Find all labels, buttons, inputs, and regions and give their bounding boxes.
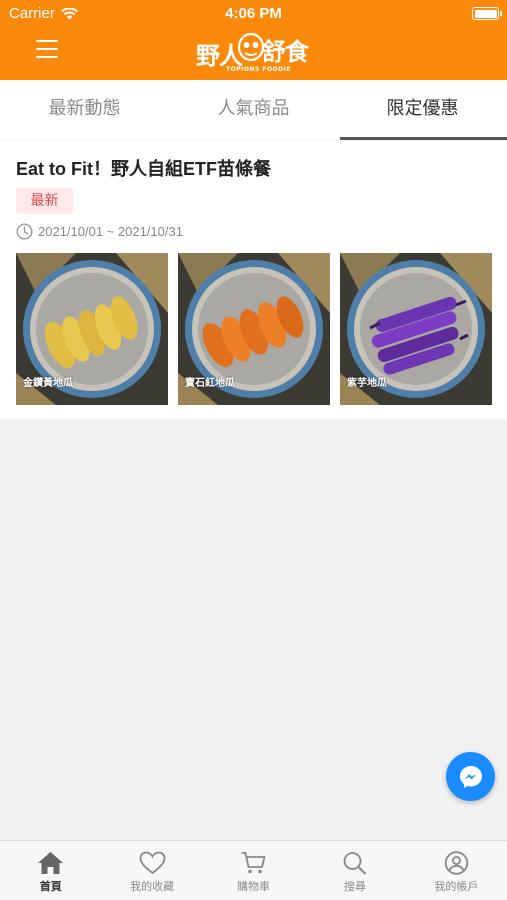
messenger-icon	[459, 765, 482, 788]
clock: 4:06 PM	[225, 5, 282, 22]
photo-purple-sweet-potato[interactable]: 紫芋地瓜	[340, 253, 492, 405]
tab-latest-news[interactable]: 最新動態	[0, 80, 169, 140]
logo-subtitle: TOPIONS FOODIE	[226, 66, 291, 73]
battery-icon	[472, 7, 502, 20]
home-icon	[38, 852, 64, 874]
heart-icon	[139, 851, 166, 875]
category-tabs: 最新動態 人氣商品 限定優惠	[0, 80, 507, 140]
tab-popular-products[interactable]: 人氣商品	[169, 80, 338, 140]
promo-card[interactable]: Eat to Fit！野人自組ETF苗條餐 最新 2021/10/01 ~ 20…	[0, 141, 507, 419]
app-header: Carrier 4:06 PM 野人 舒食 TOPIONS FOODIE	[0, 0, 507, 80]
photo-label: 金鑽黃地瓜	[23, 378, 73, 389]
bottom-tab-bar: 首頁 我的收藏 購物車 搜尋 我的帳戶	[0, 840, 507, 900]
cart-icon	[241, 852, 266, 874]
tabbar-label: 購物車	[237, 880, 271, 893]
new-badge: 最新	[16, 188, 73, 214]
logo-text-right: 舒食	[262, 38, 309, 66]
photo-label: 寶石紅地瓜	[185, 378, 235, 389]
photo-golden-sweet-potato[interactable]: 金鑽黃地瓜	[16, 253, 168, 405]
tabbar-label: 搜尋	[343, 880, 366, 893]
tabbar-cart[interactable]: 購物車	[203, 841, 304, 900]
account-icon	[444, 851, 469, 875]
promo-photos: 金鑽黃地瓜 寶石紅地瓜 紫芋地瓜	[16, 253, 492, 405]
menu-button[interactable]	[36, 40, 58, 60]
messenger-button[interactable]	[446, 752, 495, 801]
tabbar-search[interactable]: 搜尋	[304, 841, 405, 900]
search-icon	[344, 852, 367, 875]
tabbar-account[interactable]: 我的帳戶	[406, 841, 507, 900]
tab-limited-offers[interactable]: 限定優惠	[338, 80, 507, 140]
tabbar-favorites[interactable]: 我的收藏	[101, 841, 202, 900]
brand-logo: 野人 舒食 TOPIONS FOODIE	[192, 28, 317, 76]
promo-date-range: 2021/10/01 ~ 2021/10/31	[38, 224, 183, 239]
promo-date-row: 2021/10/01 ~ 2021/10/31	[16, 223, 183, 240]
photo-ruby-sweet-potato[interactable]: 寶石紅地瓜	[178, 253, 330, 405]
tabbar-home[interactable]: 首頁	[0, 841, 101, 900]
promo-title: Eat to Fit！野人自組ETF苗條餐	[16, 159, 271, 179]
tabbar-label: 我的帳戶	[434, 880, 479, 893]
clock-icon	[16, 223, 33, 240]
tabbar-label: 我的收藏	[130, 880, 175, 893]
status-bar: Carrier 4:06 PM	[0, 0, 507, 28]
photo-label: 紫芋地瓜	[347, 378, 387, 389]
tabbar-label: 首頁	[39, 880, 62, 893]
